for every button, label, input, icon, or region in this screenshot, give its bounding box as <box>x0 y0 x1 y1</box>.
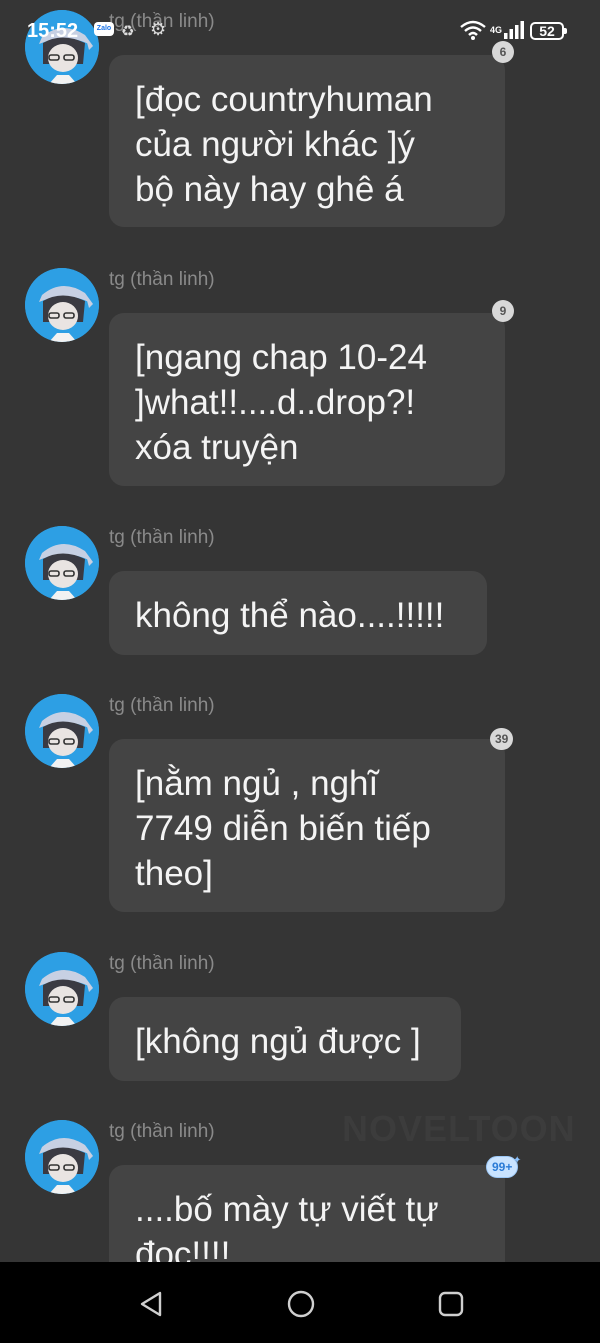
message-bubble[interactable]: [không ngủ được ] <box>109 997 461 1081</box>
sender-name: tg (thần linh) <box>109 953 215 974</box>
sender-name: tg (thần linh) <box>109 527 215 548</box>
sender-name: tg (thần linh) <box>109 269 215 290</box>
battery-icon: 52 <box>530 22 567 40</box>
zalo-icon: Zalo <box>94 22 114 36</box>
message-bubble[interactable]: [nằm ngủ , nghĩ 7749 diễn biến tiếp theo… <box>109 739 505 912</box>
message-bubble[interactable]: ....bố mày tự viết tự đọc!!!! <box>109 1165 505 1262</box>
sender-name: tg (thần linh) <box>109 695 215 716</box>
chat-thread[interactable]: tg (thần linh) [đọc countryhuman của ngư… <box>0 0 600 1262</box>
reaction-badge[interactable]: 99+ ✦ <box>486 1155 521 1178</box>
nav-bar <box>0 1262 600 1343</box>
wifi-icon <box>460 20 486 45</box>
network-type: 4G <box>490 25 503 35</box>
watermark: NOVELTOON <box>342 1108 576 1149</box>
status-bar: 15:52 Zalo ♻ ⚙ 4G 52 <box>0 0 600 48</box>
avatar[interactable] <box>25 694 99 768</box>
sparkle-icon: ✦ <box>512 1155 522 1166</box>
avatar[interactable] <box>25 268 99 342</box>
recycle-icon: ♻ <box>121 23 135 40</box>
signal-icon <box>503 20 525 45</box>
message-bubble[interactable]: [ngang chap 10-24 ]what!!....d..drop?! x… <box>109 313 505 486</box>
reaction-badge[interactable]: 39 <box>490 728 514 750</box>
sender-name: tg (thần linh) <box>109 1121 215 1142</box>
recents-icon[interactable] <box>436 1289 466 1319</box>
reaction-badge[interactable]: 9 <box>492 300 514 322</box>
avatar[interactable] <box>25 952 99 1026</box>
avatar[interactable] <box>25 526 99 600</box>
reaction-count: 99+ <box>492 1160 513 1174</box>
home-icon[interactable] <box>286 1289 316 1319</box>
gear-icon: ⚙ <box>150 19 167 39</box>
back-icon[interactable] <box>136 1289 166 1319</box>
clock: 15:52 <box>27 20 79 42</box>
avatar[interactable] <box>25 1120 99 1194</box>
message-bubble[interactable]: không thể nào....!!!!! <box>109 571 487 655</box>
message-bubble[interactable]: [đọc countryhuman của người khác ]ý bộ n… <box>109 55 505 227</box>
